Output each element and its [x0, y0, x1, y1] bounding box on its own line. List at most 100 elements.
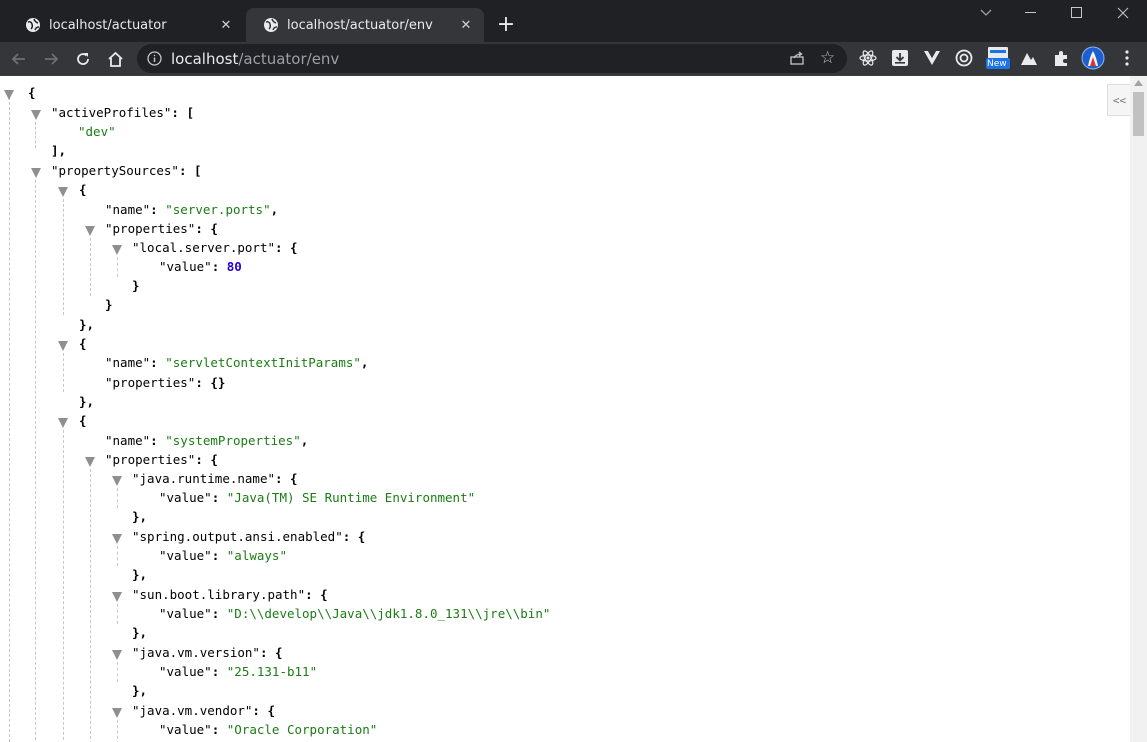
json-line: "properties": {}	[105, 375, 226, 390]
tab-title: localhost/actuator	[49, 17, 167, 33]
json-line: }	[105, 297, 113, 312]
indent-guide	[117, 604, 118, 624]
indent-guide	[117, 488, 118, 508]
collapse-toggle-icon[interactable]	[58, 418, 68, 428]
indent-guide	[35, 122, 36, 148]
json-line: "name": "systemProperties",	[105, 433, 309, 448]
indent-guide	[117, 720, 118, 742]
json-line: },	[132, 567, 148, 582]
new-extension-icon[interactable]: New	[985, 47, 1011, 69]
json-line: "name": "servletContextInitParams",	[105, 355, 369, 370]
json-line: }	[132, 278, 140, 293]
reload-icon[interactable]	[70, 46, 96, 72]
collapse-toggle-icon[interactable]	[4, 90, 14, 100]
json-line: "properties": {	[105, 452, 218, 467]
tab-actuator-env[interactable]: localhost/actuator/env ✕	[246, 8, 484, 42]
extensions-puzzle-icon[interactable]	[1050, 47, 1072, 69]
indent-guide	[35, 180, 36, 742]
address-bar[interactable]: localhost/actuator/env ☆	[137, 44, 847, 73]
globe-icon	[25, 17, 41, 33]
json-line: "local.server.port": {	[132, 240, 298, 255]
collapse-toggle-icon[interactable]	[85, 457, 95, 467]
site-info-icon[interactable]	[147, 51, 162, 66]
scroll-up-arrow-icon[interactable]	[1134, 80, 1143, 86]
json-line: "java.vm.vendor": {	[132, 703, 275, 718]
json-line: "value": "D:\\develop\\Java\\jdk1.8.0_13…	[159, 606, 551, 621]
vue-devtools-icon[interactable]	[921, 47, 943, 69]
indent-guide	[117, 257, 118, 277]
json-line: "java.vm.version": {	[132, 645, 283, 660]
url-host: localhost	[171, 50, 239, 68]
close-tab-icon[interactable]: ✕	[456, 15, 476, 35]
collapse-toggle-icon[interactable]	[31, 168, 41, 178]
json-line: {	[79, 336, 87, 351]
forward-icon[interactable]	[38, 46, 64, 72]
json-line: "value": "25.131-b11"	[159, 664, 318, 679]
json-line: ],	[51, 143, 67, 158]
collapse-toggle-icon[interactable]	[112, 592, 122, 602]
kebab-menu-icon[interactable]	[1116, 47, 1138, 69]
indent-guide	[117, 662, 118, 682]
indent-guide	[90, 238, 91, 296]
indent-guide	[117, 546, 118, 566]
bookmark-star-icon[interactable]: ☆	[820, 48, 835, 68]
scrollbar-thumb[interactable]	[1133, 92, 1144, 136]
json-line: {	[79, 413, 87, 428]
json-line: },	[79, 394, 95, 409]
json-line: "value": "always"	[159, 548, 287, 563]
tab-search-chevron-icon[interactable]	[964, 0, 1008, 26]
json-line: "value": 80	[159, 259, 242, 274]
json-line: "properties": {	[105, 221, 218, 236]
download-extension-icon[interactable]	[889, 47, 911, 69]
collapse-toggle-icon[interactable]	[112, 476, 122, 486]
json-line: },	[132, 683, 148, 698]
collapse-toggle-icon[interactable]	[112, 708, 122, 718]
json-line: "spring.output.ansi.enabled": {	[132, 529, 366, 544]
globe-icon	[263, 17, 279, 33]
indent-guide	[9, 97, 10, 742]
indent-guide	[90, 469, 91, 742]
collapse-toggle-icon[interactable]	[58, 187, 68, 197]
collapse-toggle-icon[interactable]	[112, 534, 122, 544]
url-path: /actuator/env	[238, 50, 340, 68]
indent-guide	[63, 430, 64, 742]
mountain-extension-icon[interactable]	[1018, 47, 1040, 69]
new-badge-label: New	[987, 59, 1007, 69]
close-window-icon[interactable]	[1101, 0, 1145, 26]
json-line: "java.runtime.name": {	[132, 471, 298, 486]
json-viewer: { "activeProfiles": [ "dev" ], "property…	[0, 76, 1130, 742]
indent-guide	[63, 353, 64, 392]
json-line: },	[132, 625, 148, 640]
url-text: localhost/actuator/env	[171, 50, 339, 68]
collapse-toggle-icon[interactable]	[85, 226, 95, 236]
close-tab-icon[interactable]: ✕	[216, 15, 236, 35]
home-icon[interactable]	[102, 46, 128, 72]
react-devtools-icon[interactable]	[857, 47, 879, 69]
indent-guide	[63, 199, 64, 315]
new-tab-button[interactable]: +	[493, 11, 519, 37]
tab-strip: localhost/actuator ✕ localhost/actuator/…	[0, 0, 1147, 42]
json-line: "value": "Oracle Corporation"	[159, 722, 378, 737]
json-line: "name": "server.ports",	[105, 202, 279, 217]
profile-avatar[interactable]	[1081, 46, 1105, 70]
maximize-icon[interactable]	[1055, 0, 1099, 26]
json-line: "dev"	[78, 124, 116, 139]
collapse-toggle-icon[interactable]	[31, 110, 41, 120]
panel-toggle-button[interactable]: <<	[1107, 84, 1130, 116]
toolbar: localhost/actuator/env ☆ New	[0, 42, 1147, 76]
json-line: "value": "Java(TM) SE Runtime Environmen…	[159, 490, 476, 505]
collapse-toggle-icon[interactable]	[58, 341, 68, 351]
back-icon[interactable]	[6, 46, 32, 72]
collapse-toggle-icon[interactable]	[112, 650, 122, 660]
json-line: "propertySources": [	[51, 163, 202, 178]
tab-title: localhost/actuator/env	[287, 17, 433, 33]
tab-actuator[interactable]: localhost/actuator ✕	[8, 8, 244, 42]
json-line: "activeProfiles": [	[51, 105, 194, 120]
share-icon[interactable]	[789, 50, 805, 66]
minimize-icon[interactable]	[1009, 0, 1053, 26]
json-line: },	[132, 509, 148, 524]
target-extension-icon[interactable]	[953, 47, 975, 69]
json-line: {	[28, 85, 36, 100]
vertical-scrollbar[interactable]	[1130, 76, 1147, 742]
collapse-toggle-icon[interactable]	[112, 245, 122, 255]
